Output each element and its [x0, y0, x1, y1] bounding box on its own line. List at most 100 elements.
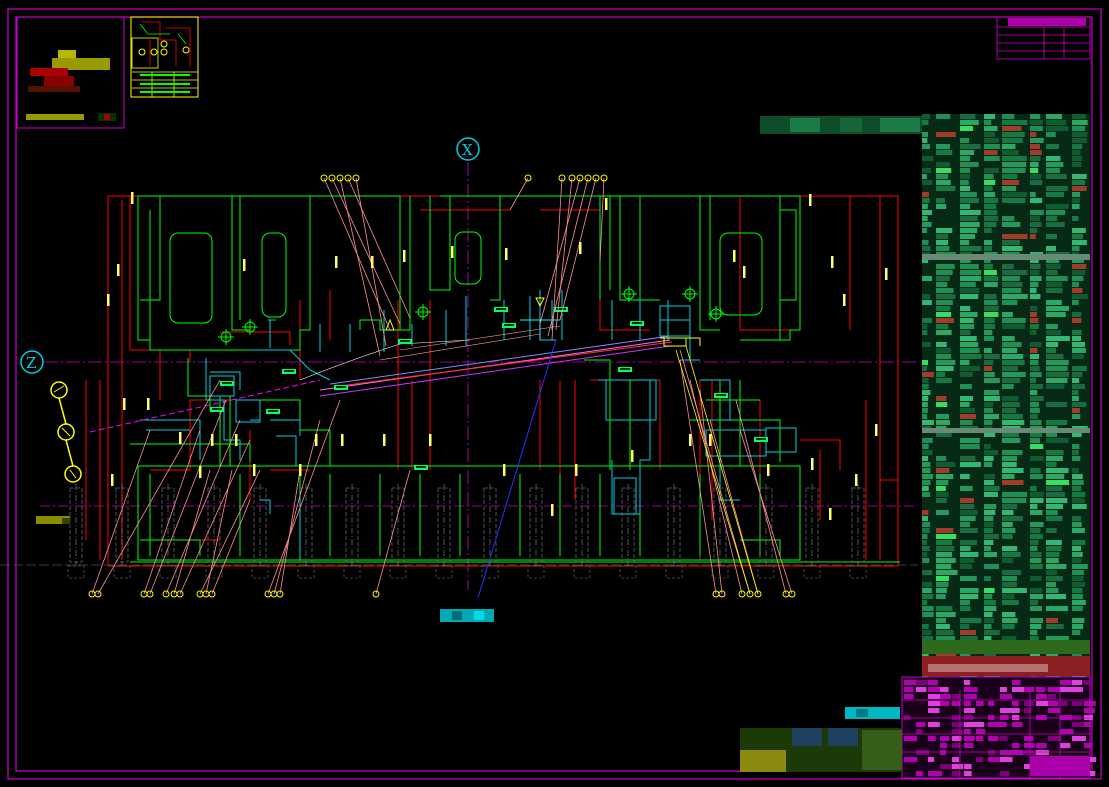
parts-list-cell — [984, 354, 1000, 359]
parts-list-cell — [922, 330, 928, 335]
parts-list-cell — [1072, 180, 1086, 185]
parts-list-cell — [960, 522, 970, 527]
parts-list-cell — [984, 420, 993, 425]
parts-list-cell — [1030, 618, 1044, 623]
title-block-cell — [1024, 701, 1034, 706]
parts-list-cell — [984, 156, 1000, 161]
parts-list-cell — [984, 336, 994, 341]
component-tag — [716, 394, 726, 396]
parts-list-cell — [984, 444, 991, 449]
leader-line — [165, 419, 241, 595]
parts-list-cell — [960, 222, 980, 227]
parts-list-cell — [936, 510, 949, 515]
parts-list-cell — [1030, 588, 1043, 593]
parts-list-cell — [1030, 330, 1037, 335]
component-tag — [336, 386, 346, 388]
dimension-value — [123, 398, 126, 410]
parts-list-cell — [1046, 246, 1057, 251]
parts-list-cell — [936, 492, 949, 497]
parts-list-cell — [936, 372, 946, 377]
dimension-value — [451, 246, 454, 258]
parts-list-cell — [922, 240, 929, 245]
parts-list-cell — [1046, 204, 1069, 209]
parts-list-cell — [1046, 492, 1065, 497]
parts-list-cell — [1072, 300, 1079, 305]
parts-list-cell — [1002, 276, 1020, 281]
parts-list-cell — [1046, 618, 1058, 623]
parts-list-cell — [936, 420, 950, 425]
structure-outline — [130, 195, 900, 563]
parts-list-cell — [1072, 450, 1079, 455]
title-block-cell — [1060, 680, 1072, 685]
title-block-cell — [952, 701, 961, 706]
parts-list-cell — [922, 570, 933, 575]
title-block-cell — [1084, 708, 1095, 713]
parts-list-cell — [1072, 378, 1080, 383]
leader-line — [559, 177, 597, 321]
parts-list-cell — [960, 270, 982, 275]
parts-list-cell — [936, 456, 947, 461]
parts-list-cell — [1030, 114, 1041, 119]
parts-list-cell — [936, 588, 947, 593]
parts-list-cell — [936, 342, 947, 347]
parts-list-cell — [922, 366, 928, 371]
title-block — [740, 676, 1097, 779]
dimension-value — [299, 464, 302, 476]
parts-list-cell — [984, 312, 999, 317]
dimension-value — [631, 450, 634, 462]
parts-list-cell — [1030, 276, 1042, 281]
parts-list-cell — [1030, 606, 1043, 611]
parts-list-cell — [922, 228, 927, 233]
parts-list-cell — [984, 198, 999, 203]
parts-list-cell — [922, 390, 931, 395]
parts-list-cell — [1072, 540, 1086, 545]
title-block-cell — [1030, 756, 1090, 776]
section-label-block — [440, 609, 494, 622]
parts-list-cell — [984, 120, 992, 125]
parts-list-cell — [1072, 132, 1088, 137]
leader-line — [273, 419, 321, 595]
parts-list-cell — [1002, 588, 1027, 593]
parts-list-cell — [984, 348, 992, 353]
parts-list-cell — [936, 366, 954, 371]
parts-list-cell — [1002, 624, 1015, 629]
parts-list-cell — [960, 264, 979, 269]
parts-list-cell — [936, 480, 949, 485]
parts-list-cell — [1030, 288, 1037, 293]
parts-list-cell — [960, 360, 970, 365]
leader-line — [547, 177, 589, 337]
parts-list-cell — [984, 408, 993, 413]
parts-list-cell — [1072, 330, 1082, 335]
title-block-cell — [988, 750, 996, 755]
parts-list-cell — [960, 288, 980, 293]
parts-list-cell — [960, 438, 980, 443]
parts-list-cell — [1072, 336, 1082, 341]
parts-list-cell — [936, 198, 945, 203]
parts-list-cell — [984, 366, 993, 371]
dimension-value — [885, 268, 888, 280]
datum-targets — [218, 286, 724, 345]
parts-list-cell — [1046, 354, 1064, 359]
parts-list-cell — [936, 402, 948, 407]
parts-list-cell — [984, 390, 1000, 395]
parts-list-cell — [1030, 546, 1038, 551]
parts-list-cell — [1072, 282, 1079, 287]
dimension-values — [107, 192, 888, 520]
parts-list-cell — [1002, 336, 1015, 341]
parts-list-cell — [984, 402, 994, 407]
parts-list-cell — [922, 156, 934, 161]
parts-list-footer — [928, 664, 1048, 672]
parts-list-cell — [960, 576, 977, 581]
parts-list-cell — [960, 606, 971, 611]
parts-list-cell — [1030, 576, 1042, 581]
parts-list-cell — [922, 210, 932, 215]
bolt-foot — [113, 565, 131, 579]
component-tag — [284, 370, 294, 372]
parts-list-cell — [1002, 342, 1022, 347]
title-block-cell — [1072, 736, 1086, 741]
parts-list-cell — [1030, 210, 1044, 215]
parts-list-cell — [936, 468, 950, 473]
title-block-cell — [904, 757, 918, 762]
component-tag — [620, 368, 630, 370]
parts-list-cell — [1046, 270, 1058, 275]
